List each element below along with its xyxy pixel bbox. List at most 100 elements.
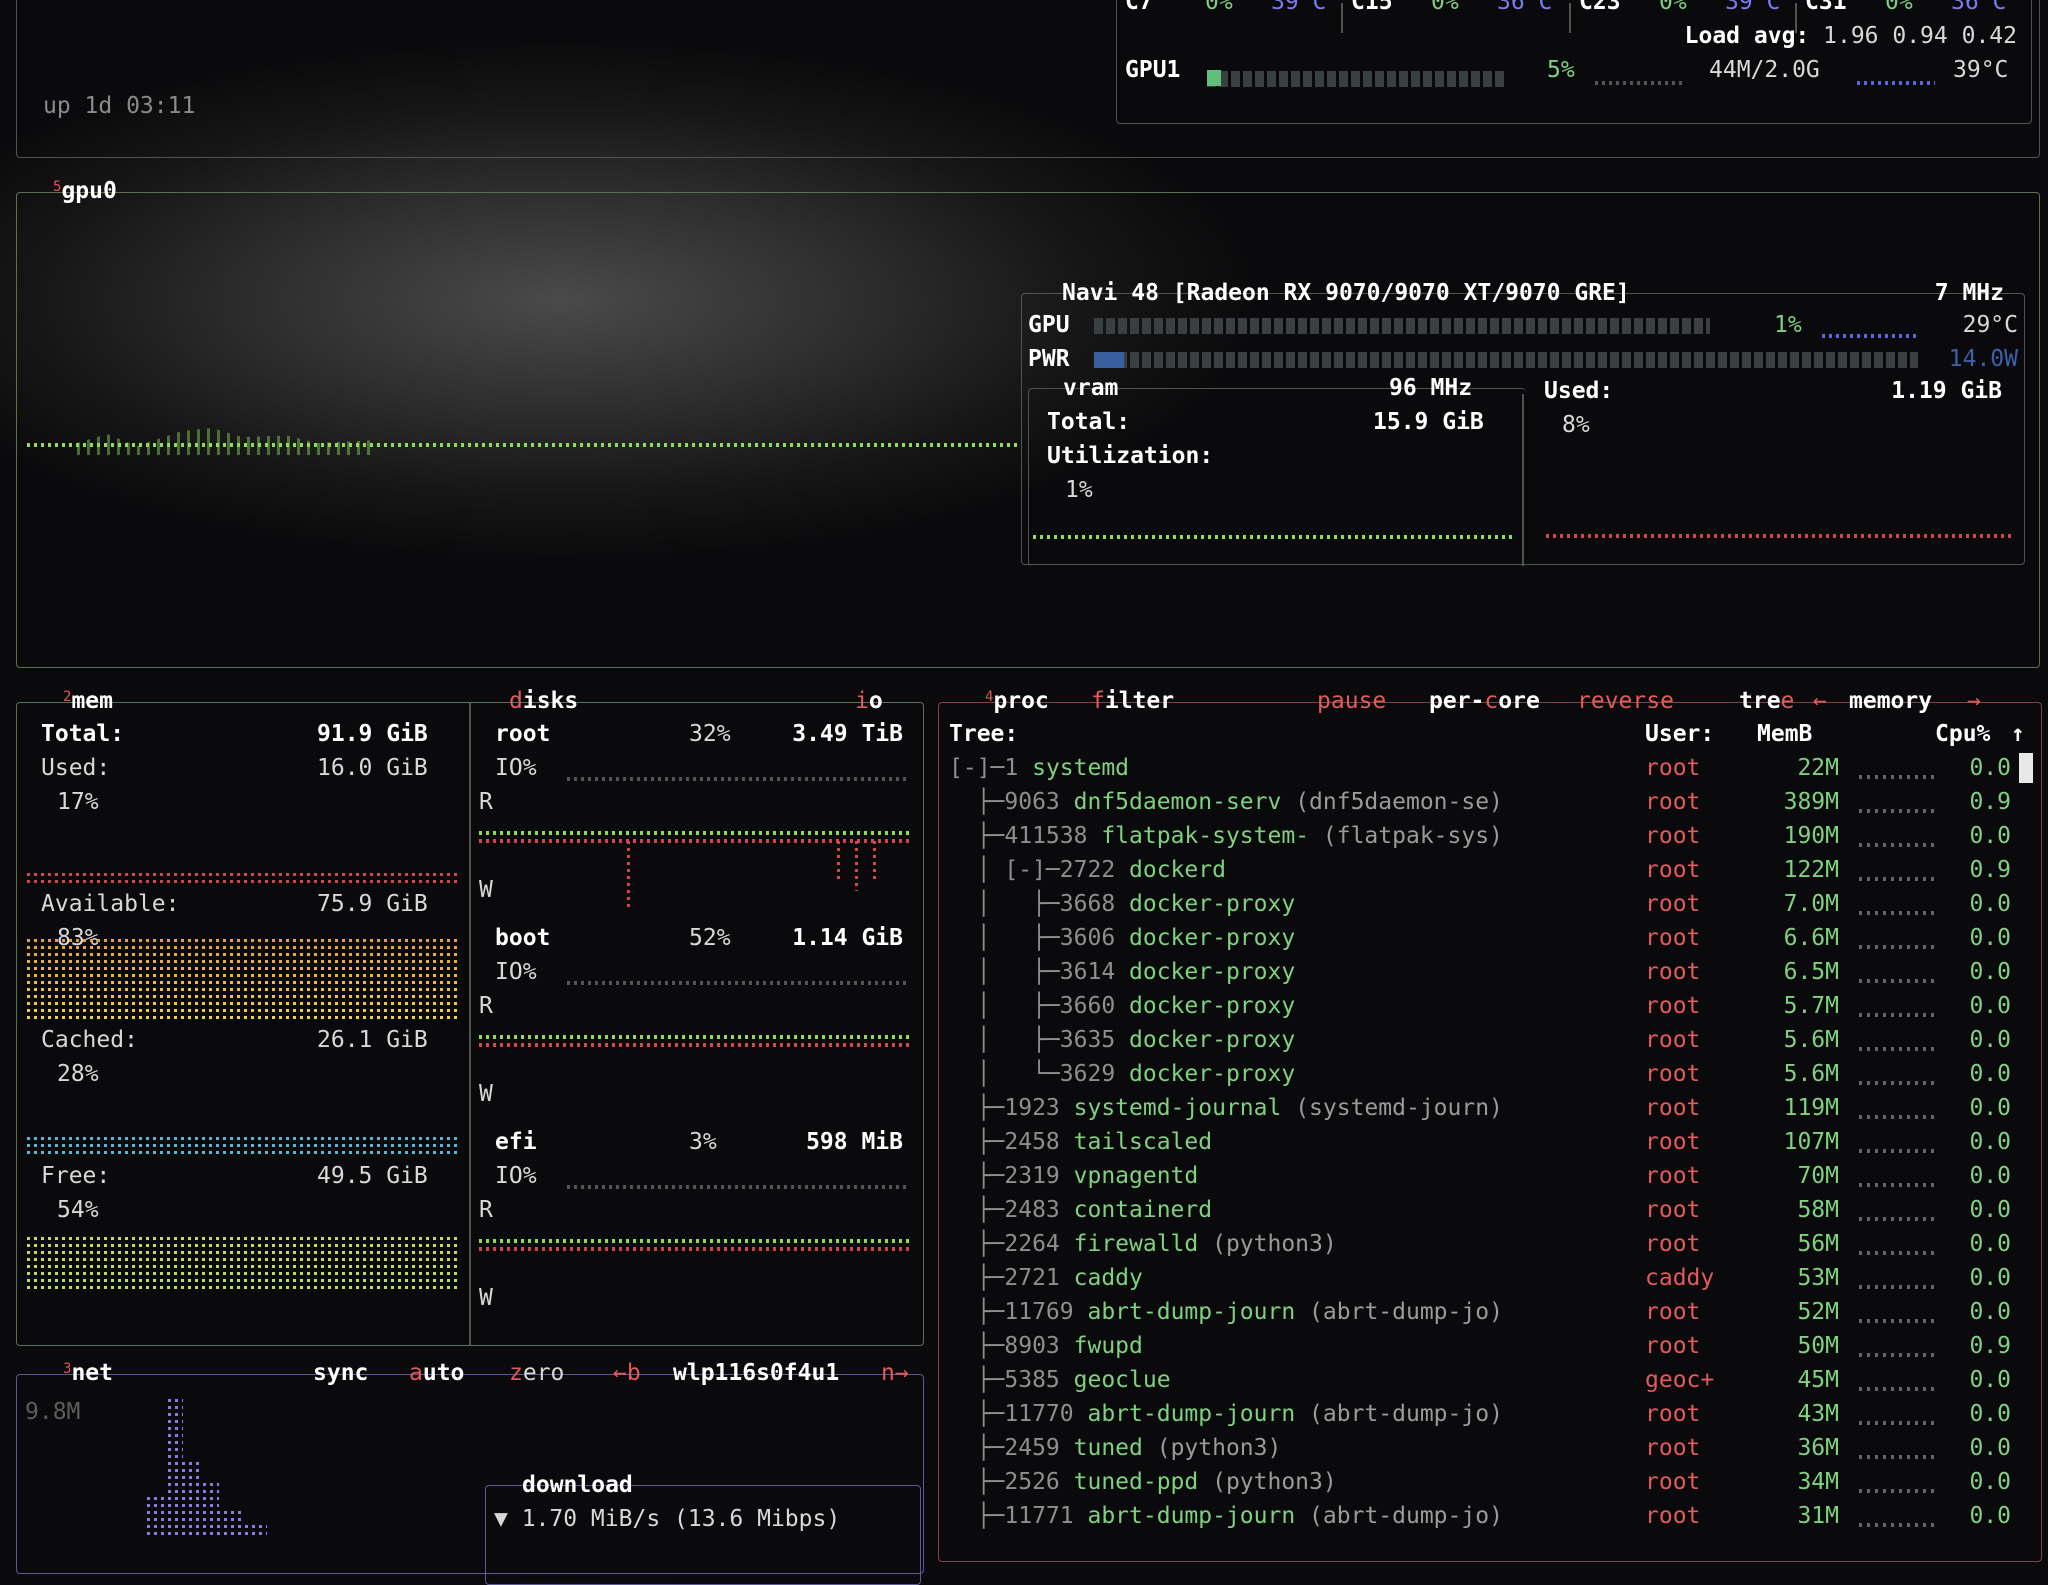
core-name: C31 bbox=[1805, 0, 1847, 15]
gpu1-graph bbox=[1595, 81, 1685, 85]
process-row[interactable]: ├─2459 tuned (python3) root 36M 0.0 bbox=[949, 1431, 2019, 1465]
disk-write-label: W bbox=[479, 877, 493, 903]
process-row[interactable]: ├─8903 fwupd root 50M 0.9 bbox=[949, 1329, 2019, 1363]
io-toggle[interactable]: io bbox=[849, 684, 889, 718]
process-cpu: 0.0 bbox=[1969, 1435, 2011, 1461]
disks-panel-title[interactable]: disks bbox=[503, 684, 584, 718]
proc-tree[interactable]: tree bbox=[1733, 684, 1800, 718]
mem-used-value: 16.0 GiB bbox=[317, 755, 428, 781]
disk-read-graph bbox=[479, 1239, 909, 1243]
net-zero-toggle[interactable]: zero bbox=[503, 1356, 570, 1390]
disk-pct: 52% bbox=[689, 925, 731, 951]
disk-write-graph bbox=[479, 839, 909, 843]
process-row[interactable]: ├─2319 vpnagentd root 70M 0.0 bbox=[949, 1159, 2019, 1193]
process-cpu: 0.0 bbox=[1969, 1095, 2011, 1121]
process-row[interactable]: │ └─3629 docker-proxy root 5.6M 0.0 bbox=[949, 1057, 2019, 1091]
vram-used-graph bbox=[1546, 534, 2014, 538]
process-cpu: 0.0 bbox=[1969, 1367, 2011, 1393]
core-temp: 39°C bbox=[1271, 0, 1327, 15]
gpu-temp: 29°C bbox=[1962, 312, 2018, 338]
mem-free-value: 49.5 GiB bbox=[317, 1163, 428, 1189]
proc-per-core[interactable]: per-core bbox=[1423, 684, 1546, 718]
core-c23: C23 0% 39°C bbox=[1579, 0, 1780, 19]
disk-io-label: IO% bbox=[495, 1163, 537, 1189]
process-row[interactable]: │ [-]─2722 dockerd root 122M 0.9 bbox=[949, 853, 2019, 887]
process-row[interactable]: │ ├─3635 docker-proxy root 5.6M 0.0 bbox=[949, 1023, 2019, 1057]
mem-cached-pct: 28% bbox=[57, 1061, 99, 1087]
gpu-panel-title[interactable]: 5gpu0 bbox=[47, 174, 123, 208]
process-row[interactable]: ├─1923 systemd-journal (systemd-journ) ro… bbox=[949, 1091, 2019, 1125]
disk-write-spike bbox=[627, 841, 630, 911]
mem-free-graph bbox=[27, 1237, 459, 1293]
mem-panel-title[interactable]: 2mem bbox=[57, 684, 119, 718]
sort-field[interactable]: memory bbox=[1843, 684, 1938, 718]
mem-avail-graph bbox=[27, 939, 459, 1021]
proc-header-tree: Tree: bbox=[949, 721, 1019, 747]
process-row[interactable]: ├─2264 firewalld (python3) root 56M 0.0 bbox=[949, 1227, 2019, 1261]
proc-reverse[interactable]: reverse bbox=[1571, 684, 1680, 718]
process-row[interactable]: ├─411538 flatpak-system- (flatpak-sys) ro… bbox=[949, 819, 2019, 853]
core-c31: C31 0% 36°C bbox=[1805, 0, 2006, 19]
gpu1-pct: 5% bbox=[1547, 57, 1575, 83]
gpu1-bar bbox=[1207, 71, 1507, 87]
process-cpu: 0.0 bbox=[1969, 1299, 2011, 1325]
vram-util-graph bbox=[1033, 535, 1515, 539]
process-row[interactable]: ├─2526 tuned-ppd (python3) root 34M 0.0 bbox=[949, 1465, 2019, 1499]
proc-scroll-up[interactable]: ↑ bbox=[2011, 717, 2025, 751]
disk-read-label: R bbox=[479, 993, 493, 1019]
net-next-iface[interactable]: n→ bbox=[875, 1356, 915, 1390]
disk-size: 1.14 GiB bbox=[792, 925, 903, 951]
vram-util-label: Utilization: bbox=[1047, 443, 1214, 469]
core-c15: C15 0% 36°C bbox=[1351, 0, 1552, 19]
net-panel: 3net sync auto auto zero zero ←b <b wlp1… bbox=[16, 1360, 924, 1585]
proc-filter[interactable]: filter bbox=[1085, 684, 1180, 718]
process-row[interactable]: ├─11771 abrt-dump-journ (abrt-dump-jo) ro… bbox=[949, 1499, 2019, 1533]
process-row[interactable]: │ ├─3660 docker-proxy root 5.7M 0.0 bbox=[949, 989, 2019, 1023]
process-row[interactable]: │ ├─3668 docker-proxy root 7.0M 0.0 bbox=[949, 887, 2019, 921]
net-panel-title[interactable]: 3net bbox=[57, 1356, 119, 1390]
process-cpu: 0.0 bbox=[1969, 1469, 2011, 1495]
vram-total-value: 15.9 GiB bbox=[1373, 409, 1484, 435]
load-values: 1.96 0.94 0.42 bbox=[1823, 23, 2017, 49]
proc-scrollbar[interactable] bbox=[2019, 753, 2033, 783]
gpu-panel: 5gpu0 Navi 48 [Radeon RX 9070/9070 XT/90… bbox=[16, 178, 2040, 668]
process-row[interactable]: │ ├─3614 docker-proxy root 6.5M 0.0 bbox=[949, 955, 2019, 989]
process-row[interactable]: │ ├─3606 docker-proxy root 6.6M 0.0 bbox=[949, 921, 2019, 955]
core-temp: 36°C bbox=[1951, 0, 2007, 15]
process-list: [-]─1 systemd root 22M 0.0 ├─9063 dnf5daemo… bbox=[949, 751, 2019, 1563]
net-prev-iface[interactable]: ←b bbox=[607, 1356, 647, 1390]
process-cpu: 0.0 bbox=[1969, 1265, 2011, 1291]
process-row[interactable]: ├─2458 tailscaled root 107M 0.0 bbox=[949, 1125, 2019, 1159]
sort-left-arrow[interactable]: ← bbox=[1807, 684, 1833, 718]
net-auto-toggle[interactable]: auto bbox=[403, 1356, 470, 1390]
core-name: C7 bbox=[1125, 0, 1153, 15]
process-cpu: 0.0 bbox=[1969, 1027, 2011, 1053]
process-cpu: 0.0 bbox=[1969, 959, 2011, 985]
process-row[interactable]: ├─2721 caddy caddy 53M 0.0 bbox=[949, 1261, 2019, 1295]
pwr-bar bbox=[1094, 352, 1918, 368]
mem-used-pct: 17% bbox=[57, 789, 99, 815]
load-avg: Load avg: 1.96 0.94 0.42 bbox=[1685, 19, 2017, 53]
process-row[interactable]: ├─5385 geoclue geoc+ 45M 0.0 bbox=[949, 1363, 2019, 1397]
download-value: ▼ 1.70 MiB/s (13.6 Mibps) bbox=[494, 1506, 841, 1532]
vram-clock: 96 MHz bbox=[1389, 375, 1473, 401]
proc-pause[interactable]: pause bbox=[1311, 684, 1392, 718]
disk-read-label: R bbox=[479, 789, 493, 815]
process-cpu: 0.0 bbox=[1969, 1401, 2011, 1427]
process-row[interactable]: ├─11770 abrt-dump-journ (abrt-dump-jo) ro… bbox=[949, 1397, 2019, 1431]
process-row[interactable]: ├─2483 containerd root 58M 0.0 bbox=[949, 1193, 2019, 1227]
proc-panel-title[interactable]: 4proc bbox=[979, 684, 1055, 718]
process-cpu: 0.0 bbox=[1969, 755, 2011, 781]
process-row[interactable]: ├─9063 dnf5daemon-serv (dnf5daemon-se) ro… bbox=[949, 785, 2019, 819]
process-row[interactable]: ├─11769 abrt-dump-journ (abrt-dump-jo) ro… bbox=[949, 1295, 2019, 1329]
mem-cached-graph bbox=[27, 1137, 459, 1157]
gpu-card-box: Navi 48 [Radeon RX 9070/9070 XT/9070 GRE… bbox=[1021, 280, 2025, 566]
disk-name: root bbox=[495, 721, 551, 747]
sort-right-arrow[interactable]: → bbox=[1961, 684, 1987, 718]
process-row[interactable]: [-]─1 systemd root 22M 0.0 bbox=[949, 751, 2019, 785]
mem-used-label: Used: bbox=[41, 755, 111, 781]
mem-total-value: 91.9 GiB bbox=[317, 721, 428, 747]
net-sync-toggle[interactable]: sync bbox=[307, 1356, 374, 1390]
load-label: Load avg: bbox=[1684, 23, 1810, 49]
disk-write-label: W bbox=[479, 1081, 493, 1107]
